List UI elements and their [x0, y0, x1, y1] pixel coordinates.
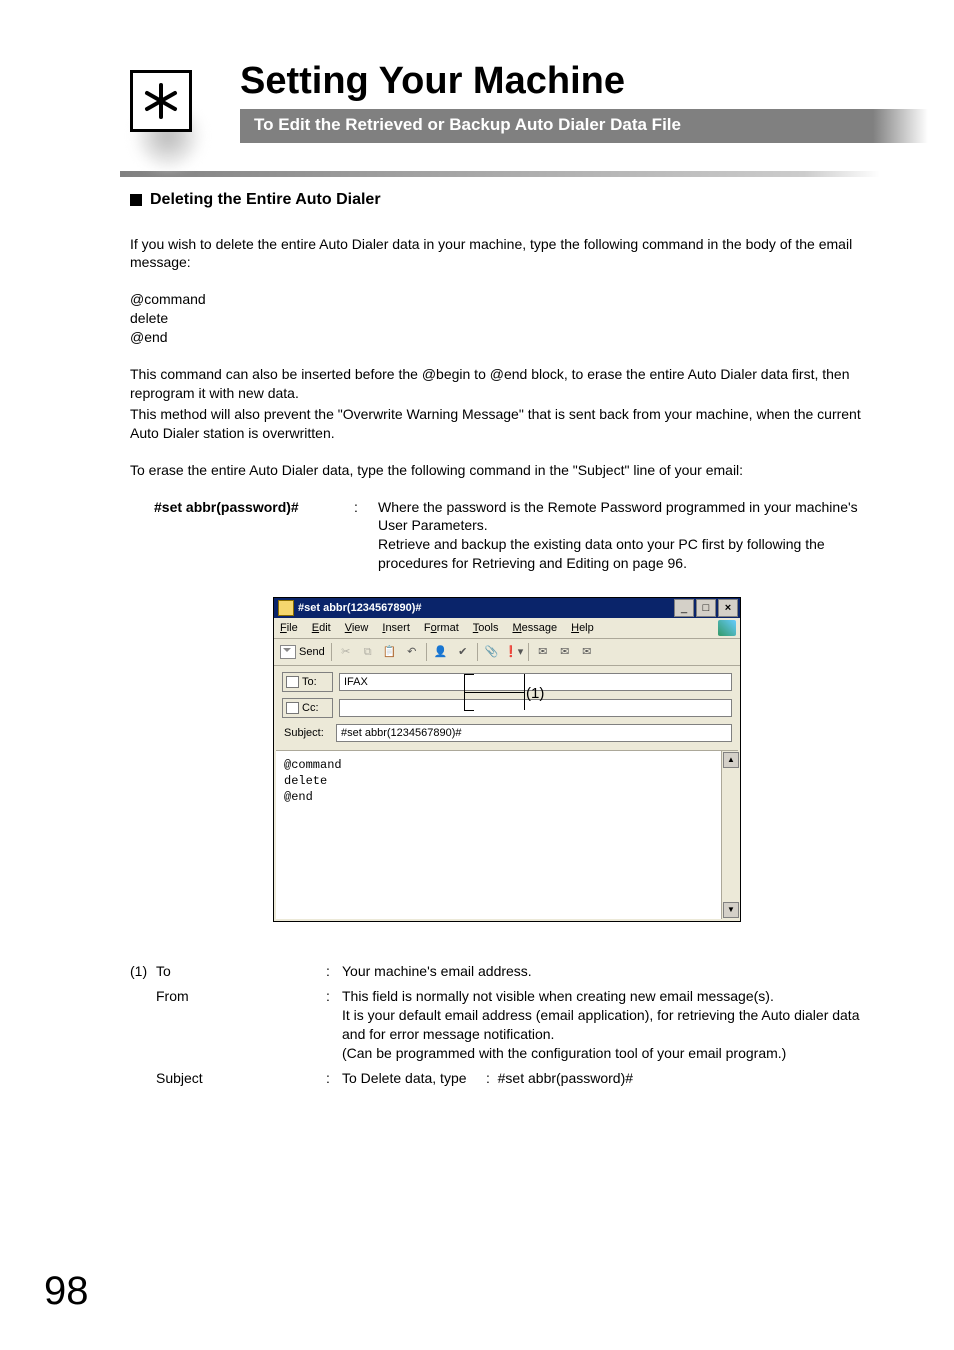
scroll-up-icon[interactable]: ▲ — [723, 752, 739, 768]
send-button[interactable]: Send — [280, 645, 325, 660]
menu-tools[interactable]: Tools — [473, 621, 499, 636]
legend-row: From : This field is normally not visibl… — [130, 987, 884, 1063]
menu-message[interactable]: Message — [512, 621, 557, 636]
email-client-window: #set abbr(1234567890)# _ □ × File Edit V… — [273, 597, 741, 922]
to-button[interactable]: To: — [282, 672, 333, 692]
square-bullet-icon — [130, 194, 142, 206]
subject-label: Subject: — [282, 726, 330, 741]
window-title: #set abbr(1234567890)# — [298, 601, 672, 616]
legend-row: (1) To : Your machine's email address. — [130, 962, 884, 981]
send-label: Send — [299, 645, 325, 660]
menu-insert[interactable]: Insert — [382, 621, 410, 636]
offline-icon[interactable]: ✉ — [579, 644, 595, 660]
paste-icon[interactable]: 📋 — [382, 644, 398, 660]
minimize-button[interactable]: _ — [674, 599, 694, 617]
menu-help[interactable]: Help — [571, 621, 594, 636]
check-names-icon[interactable]: 👤 — [433, 644, 449, 660]
body-paragraph: This command can also be inserted before… — [130, 365, 884, 403]
address-book-icon — [286, 676, 299, 688]
cc-label: Cc: — [302, 701, 319, 716]
subject-row: Subject: #set abbr(1234567890)# — [282, 724, 732, 742]
intro-paragraph: If you wish to delete the entire Auto Di… — [130, 235, 884, 273]
menu-view[interactable]: View — [345, 621, 369, 636]
cc-button[interactable]: Cc: — [282, 698, 333, 718]
legend-desc: Your machine's email address. — [342, 962, 884, 981]
legend-label: From — [156, 987, 326, 1006]
command-line: @command — [130, 290, 884, 309]
page-header: Setting Your Machine To Edit the Retriev… — [0, 0, 954, 143]
message-body-text[interactable]: @command delete @end — [276, 751, 721, 919]
chapter-subheading-bar: To Edit the Retrieved or Backup Auto Dia… — [240, 109, 928, 143]
content-area: Deleting the Entire Auto Dialer If you w… — [130, 189, 884, 1087]
cut-icon[interactable]: ✂ — [338, 644, 354, 660]
header-divider — [120, 171, 880, 177]
attach-icon[interactable]: 📎 — [484, 644, 500, 660]
callout-number: (1) — [526, 684, 544, 704]
menu-edit[interactable]: Edit — [312, 621, 331, 636]
to-label: To: — [302, 675, 317, 690]
menu-format[interactable]: Format — [424, 621, 459, 636]
chapter-icon — [130, 70, 192, 132]
close-button[interactable]: × — [718, 599, 738, 617]
legend-desc: To Delete data, type : #set abbr(passwor… — [342, 1069, 884, 1088]
body-paragraph: To erase the entire Auto Dialer data, ty… — [130, 461, 884, 480]
menu-file[interactable]: File — [280, 621, 298, 636]
scrollbar[interactable]: ▲ ▼ — [721, 751, 738, 919]
subject-field[interactable]: #set abbr(1234567890)# — [336, 724, 732, 742]
undo-icon[interactable]: ↶ — [404, 644, 420, 660]
menu-bar: File Edit View Insert Format Tools Messa… — [274, 618, 740, 639]
chapter-title: Setting Your Machine — [240, 60, 954, 103]
app-logo-icon — [718, 620, 736, 636]
command-line: delete — [130, 309, 884, 328]
address-book-icon — [286, 702, 299, 714]
spelling-icon[interactable]: ✔ — [455, 644, 471, 660]
legend-label: To — [156, 962, 326, 981]
window-title-icon — [278, 600, 294, 616]
command-block: @command delete @end — [130, 290, 884, 347]
maximize-button[interactable]: □ — [696, 599, 716, 617]
priority-icon[interactable]: ❗▾ — [506, 644, 522, 660]
definition-description: Where the password is the Remote Passwor… — [378, 498, 884, 574]
legend-number: (1) — [130, 962, 156, 981]
section-heading-text: Deleting the Entire Auto Dialer — [150, 189, 381, 211]
copy-icon[interactable]: ⧉ — [360, 644, 376, 660]
asterisk-box-icon — [130, 70, 192, 132]
toolbar: Send ✂ ⧉ 📋 ↶ 👤 ✔ 📎 ❗▾ ✉ ✉ ✉ — [274, 639, 740, 666]
window-titlebar: #set abbr(1234567890)# _ □ × — [274, 598, 740, 618]
sign-icon[interactable]: ✉ — [535, 644, 551, 660]
body-paragraph: This method will also prevent the "Overw… — [130, 405, 884, 443]
command-line: @end — [130, 328, 884, 347]
definition-term: #set abbr(password)# — [130, 498, 354, 517]
legend-desc: This field is normally not visible when … — [342, 987, 884, 1063]
legend-row: Subject : To Delete data, type : #set ab… — [130, 1069, 884, 1088]
definition-colon: : — [354, 498, 378, 517]
message-body: @command delete @end ▲ ▼ — [276, 750, 738, 919]
legend-label: Subject — [156, 1069, 326, 1088]
page-number: 98 — [44, 1269, 89, 1314]
section-heading: Deleting the Entire Auto Dialer — [130, 189, 884, 211]
send-icon — [280, 645, 296, 659]
legend-block: (1) To : Your machine's email address. F… — [130, 962, 884, 1087]
scroll-down-icon[interactable]: ▼ — [723, 902, 739, 918]
definition-row: #set abbr(password)# : Where the passwor… — [130, 498, 884, 574]
encrypt-icon[interactable]: ✉ — [557, 644, 573, 660]
